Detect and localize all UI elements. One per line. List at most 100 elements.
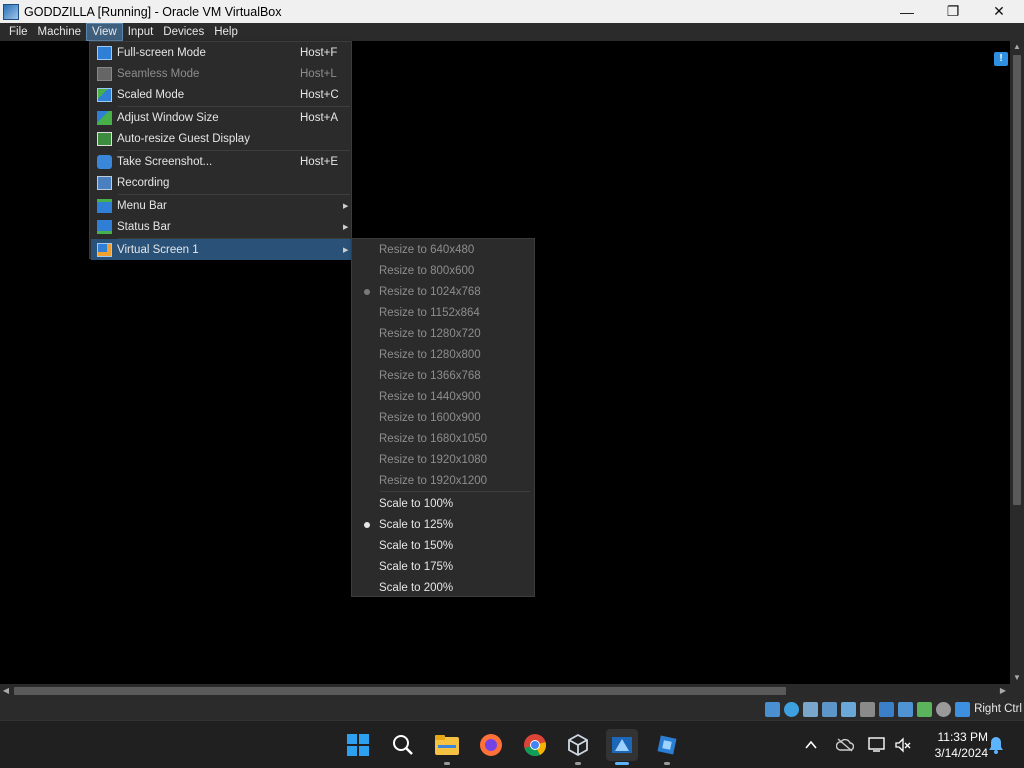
menu-item-fullscreen[interactable]: Full-screen Mode Host+F — [91, 42, 351, 63]
close-button[interactable]: ✕ — [976, 0, 1022, 23]
submenu-item-scale-175[interactable]: Scale to 175% — [353, 556, 534, 577]
clock-time: 11:33 PM — [937, 730, 988, 744]
menu-item-status-bar[interactable]: Status Bar ▶ — [91, 216, 351, 237]
view-menu: Full-screen Mode Host+F Seamless Mode Ho… — [89, 41, 352, 260]
submenu-item-resize-1920x1200[interactable]: Resize to 1920x1200 — [353, 470, 534, 491]
firefox-icon[interactable] — [475, 729, 507, 761]
submenu-item-resize-1280x800[interactable]: Resize to 1280x800 — [353, 344, 534, 365]
menu-item-virtual-screen-1[interactable]: Virtual Screen 1 ▶ — [91, 239, 351, 260]
virtual-screen-icon — [97, 242, 112, 257]
minimize-button[interactable]: — — [884, 0, 930, 23]
window-title: GODDZILLA [Running] - Oracle VM VirtualB… — [24, 4, 282, 19]
network-tray-icon[interactable] — [868, 737, 886, 753]
running-indicator — [615, 762, 629, 765]
scaled-mode-icon — [97, 87, 112, 102]
menu-help[interactable]: Help — [209, 23, 243, 41]
menu-devices[interactable]: Devices — [158, 23, 209, 41]
vm-app-icon[interactable] — [651, 729, 683, 765]
display-icon[interactable] — [879, 701, 895, 717]
radio-checked-icon — [364, 288, 370, 295]
submenu-item-resize-1680x1050[interactable]: Resize to 1680x1050 — [353, 428, 534, 449]
submenu-item-scale-150[interactable]: Scale to 150% — [353, 535, 534, 556]
submenu-item-scale-100[interactable]: Scale to 100% — [353, 493, 534, 514]
submenu-arrow-icon: ▶ — [343, 246, 349, 254]
system-tray — [804, 721, 912, 768]
menu-machine[interactable]: Machine — [33, 23, 86, 41]
menu-item-auto-resize[interactable]: Auto-resize Guest Display — [91, 128, 351, 149]
submenu-item-resize-1280x720[interactable]: Resize to 1280x720 — [353, 323, 534, 344]
menu-item-adjust-window[interactable]: Adjust Window Size Host+A — [91, 107, 351, 128]
maximize-button[interactable]: ❐ — [930, 0, 976, 23]
usb-icon[interactable] — [841, 701, 857, 717]
submenu-item-resize-1600x900[interactable]: Resize to 1600x900 — [353, 407, 534, 428]
scroll-right-icon[interactable]: ▶ — [997, 684, 1009, 698]
submenu-item-resize-1440x900[interactable]: Resize to 1440x900 — [353, 386, 534, 407]
menu-item-recording[interactable]: Recording — [91, 172, 351, 193]
audio-icon[interactable] — [803, 701, 819, 717]
running-indicator — [444, 762, 450, 765]
scroll-up-icon[interactable]: ▲ — [1010, 41, 1024, 53]
menu-bar-icon — [97, 198, 112, 213]
title-bar[interactable]: GODDZILLA [Running] - Oracle VM VirtualB… — [0, 0, 1024, 23]
submenu-arrow-icon: ▶ — [343, 223, 349, 231]
vertical-scroll-thumb[interactable] — [1013, 55, 1021, 505]
network-icon[interactable] — [822, 701, 838, 717]
virtual-screen-submenu: Resize to 640x480 Resize to 800x600 Resi… — [351, 238, 535, 597]
menu-file[interactable]: File — [4, 23, 33, 41]
taskbar-clock[interactable]: 11:33 PM 3/14/2024 — [922, 729, 988, 761]
file-explorer-icon[interactable] — [431, 729, 463, 765]
notification-bell-icon[interactable] — [988, 736, 1004, 754]
menu-bar: File Machine View Input Devices Help — [0, 23, 1024, 41]
submenu-item-resize-800x600[interactable]: Resize to 800x600 — [353, 260, 534, 281]
scroll-down-icon[interactable]: ▼ — [1010, 672, 1024, 684]
submenu-item-resize-1920x1080[interactable]: Resize to 1920x1080 — [353, 449, 534, 470]
optical-drive-icon[interactable] — [784, 701, 800, 717]
shared-folders-icon[interactable] — [860, 701, 876, 717]
virtualbox-app-icon — [3, 3, 19, 20]
submenu-item-resize-640x480[interactable]: Resize to 640x480 — [353, 239, 534, 260]
vertical-scrollbar[interactable]: ▲ ▼ — [1010, 41, 1024, 684]
volume-muted-icon[interactable] — [894, 737, 912, 753]
search-icon[interactable] — [387, 729, 419, 761]
submenu-item-scale-125[interactable]: Scale to 125% — [353, 514, 534, 535]
menu-separator — [380, 491, 530, 492]
status-bar-icon — [97, 219, 112, 234]
chrome-icon[interactable] — [519, 729, 551, 761]
host-key-label[interactable]: Right Ctrl — [974, 703, 1022, 715]
horizontal-scrollbar[interactable]: ◀ ▶ — [0, 684, 1010, 698]
submenu-item-resize-1024x768[interactable]: Resize to 1024x768 — [353, 281, 534, 302]
auto-resize-icon — [97, 131, 112, 146]
recording-status-icon[interactable] — [898, 701, 914, 717]
mouse-integration-icon[interactable] — [955, 701, 971, 717]
menu-item-menu-bar[interactable]: Menu Bar ▶ — [91, 195, 351, 216]
screenshot-icon — [97, 154, 112, 169]
submenu-item-scale-200[interactable]: Scale to 200% — [353, 577, 534, 598]
notification-icon[interactable]: ! — [994, 52, 1008, 66]
chevron-up-icon[interactable] — [804, 738, 818, 752]
submenu-item-resize-1366x768[interactable]: Resize to 1366x768 — [353, 365, 534, 386]
submenu-arrow-icon: ▶ — [343, 202, 349, 210]
radio-checked-icon — [364, 521, 370, 528]
onedrive-icon[interactable] — [836, 738, 854, 752]
virtualbox-vm-icon[interactable] — [606, 729, 638, 765]
start-icon[interactable] — [342, 729, 374, 761]
seamless-icon — [97, 66, 112, 81]
submenu-item-resize-1152x864[interactable]: Resize to 1152x864 — [353, 302, 534, 323]
status-bar: Right Ctrl — [0, 698, 1024, 720]
hard-disk-icon[interactable] — [765, 701, 781, 717]
menu-view[interactable]: View — [86, 23, 123, 41]
scroll-left-icon[interactable]: ◀ — [0, 684, 12, 698]
taskbar: 11:33 PM 3/14/2024 — [0, 720, 1024, 768]
running-indicator — [575, 762, 581, 765]
menu-item-take-screenshot[interactable]: Take Screenshot... Host+E — [91, 151, 351, 172]
clock-date: 3/14/2024 — [934, 746, 988, 760]
virtualbox-icon[interactable] — [562, 729, 594, 765]
guest-additions-icon[interactable] — [917, 701, 933, 717]
horizontal-scroll-thumb[interactable] — [14, 687, 786, 695]
menu-item-scaled-mode[interactable]: Scaled Mode Host+C — [91, 84, 351, 105]
menu-item-seamless: Seamless Mode Host+L — [91, 63, 351, 84]
cpu-icon[interactable] — [936, 701, 952, 717]
scroll-corner — [1010, 684, 1024, 698]
recording-icon — [97, 175, 112, 190]
menu-input[interactable]: Input — [123, 23, 159, 41]
